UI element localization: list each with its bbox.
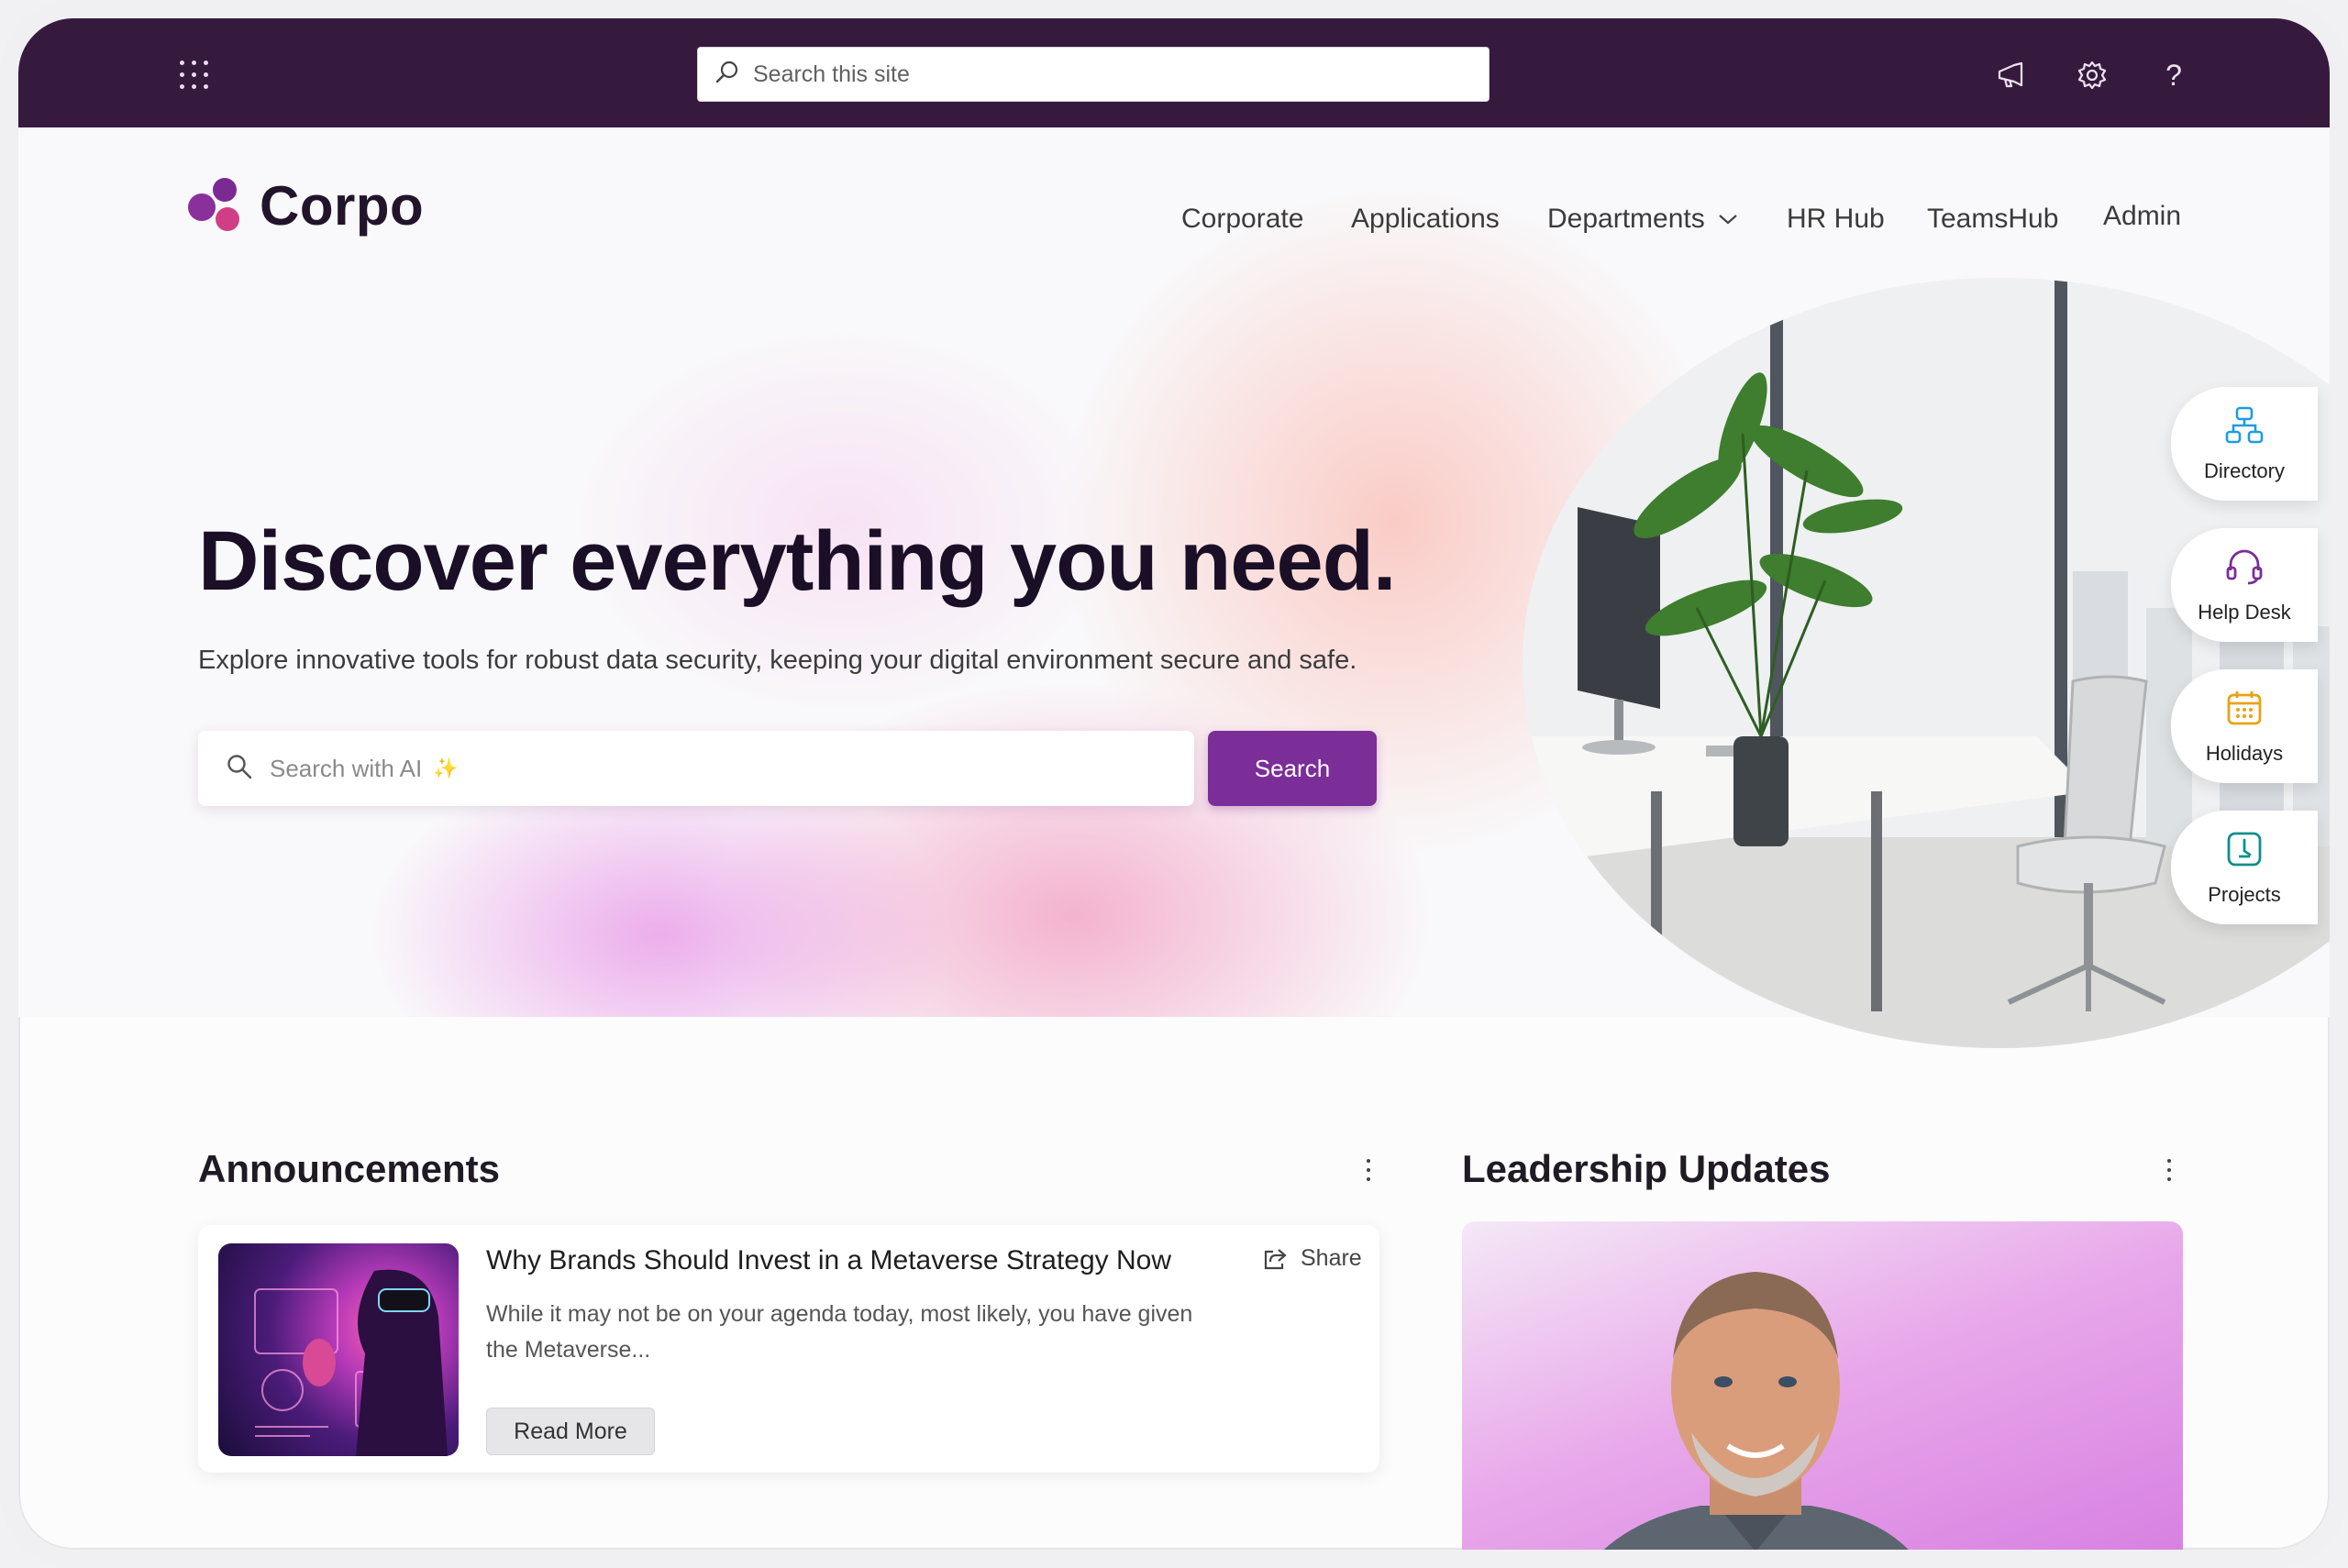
quicklink-holidays[interactable]: Holidays — [2171, 669, 2318, 783]
gear-icon[interactable] — [2074, 57, 2110, 94]
quicklink-help-desk[interactable]: Help Desk — [2171, 528, 2318, 642]
ai-search-input[interactable]: Search with AI ✨ — [198, 731, 1194, 806]
browser-frame: Search this site ? Corpo Corporate Appli… — [0, 0, 2348, 1568]
nav-teamshub[interactable]: TeamsHub — [1927, 204, 2058, 235]
hero-subtitle: Explore innovative tools for robust data… — [198, 646, 1357, 675]
help-icon[interactable]: ? — [2155, 57, 2192, 94]
nav-departments-label: Departments — [1547, 204, 1705, 234]
leadership-title: Leadership Updates — [1462, 1147, 1831, 1190]
quicklink-label: Projects — [2208, 882, 2281, 906]
share-icon — [1262, 1247, 1288, 1271]
share-label: Share — [1301, 1245, 1362, 1271]
search-icon — [714, 60, 740, 90]
quicklink-directory[interactable]: Directory — [2171, 387, 2318, 501]
logo-text: Corpo — [260, 175, 425, 237]
announcements-title: Announcements — [198, 1147, 501, 1190]
events-more-icon[interactable] — [1359, 1559, 1378, 1568]
nav-corporate[interactable]: Corporate — [1181, 204, 1303, 235]
quicklink-label: Directory — [2203, 458, 2285, 482]
announcement-title[interactable]: Why Brands Should Invest in a Metaverse … — [486, 1245, 1171, 1276]
search-icon — [226, 753, 253, 785]
project-icon — [2224, 829, 2265, 874]
leadership-photo[interactable] — [1462, 1221, 2183, 1550]
headset-icon — [2224, 547, 2265, 591]
quicklink-label: Holidays — [2205, 741, 2284, 765]
suite-bar: Search this site ? — [18, 18, 2330, 127]
org-chart-icon — [2224, 405, 2265, 450]
announcements-more-icon[interactable] — [1359, 1157, 1378, 1185]
site-search-placeholder: Search this site — [753, 61, 910, 87]
site-logo[interactable]: Corpo — [186, 174, 424, 237]
calendar-icon — [2224, 688, 2265, 733]
site-search-input[interactable]: Search this site — [697, 47, 1490, 102]
nav-departments[interactable]: Departments — [1547, 204, 1738, 235]
sparkle-icon: ✨ — [433, 756, 459, 779]
megaphone-icon[interactable] — [1993, 57, 2030, 94]
leadership-more-icon[interactable] — [2160, 1157, 2178, 1185]
announcement-description: While it may not be on your agenda today… — [486, 1301, 1193, 1363]
read-more-button[interactable]: Read More — [486, 1408, 655, 1455]
corpo-logo-icon — [186, 174, 243, 237]
announcement-card[interactable]: Why Brands Should Invest in a Metaverse … — [198, 1225, 1379, 1473]
quicklink-projects[interactable]: Projects — [2171, 811, 2318, 924]
nav-admin[interactable]: Admin — [2103, 201, 2181, 232]
chevron-down-icon — [1718, 213, 1738, 226]
upcoming-events-title: Upcoming Events — [198, 1548, 524, 1550]
quicklink-label: Help Desk — [2198, 600, 2291, 624]
app-launcher-icon[interactable] — [180, 61, 211, 92]
nav-applications[interactable]: Applications — [1351, 204, 1500, 235]
nav-hr-hub[interactable]: HR Hub — [1787, 204, 1885, 235]
share-button[interactable]: Share — [1262, 1245, 1362, 1272]
hero-title: Discover everything you need. — [198, 514, 1396, 608]
ai-search-placeholder: Search with AI — [270, 754, 423, 782]
search-button[interactable]: Search — [1208, 731, 1377, 806]
metaverse-thumbnail — [218, 1243, 459, 1456]
